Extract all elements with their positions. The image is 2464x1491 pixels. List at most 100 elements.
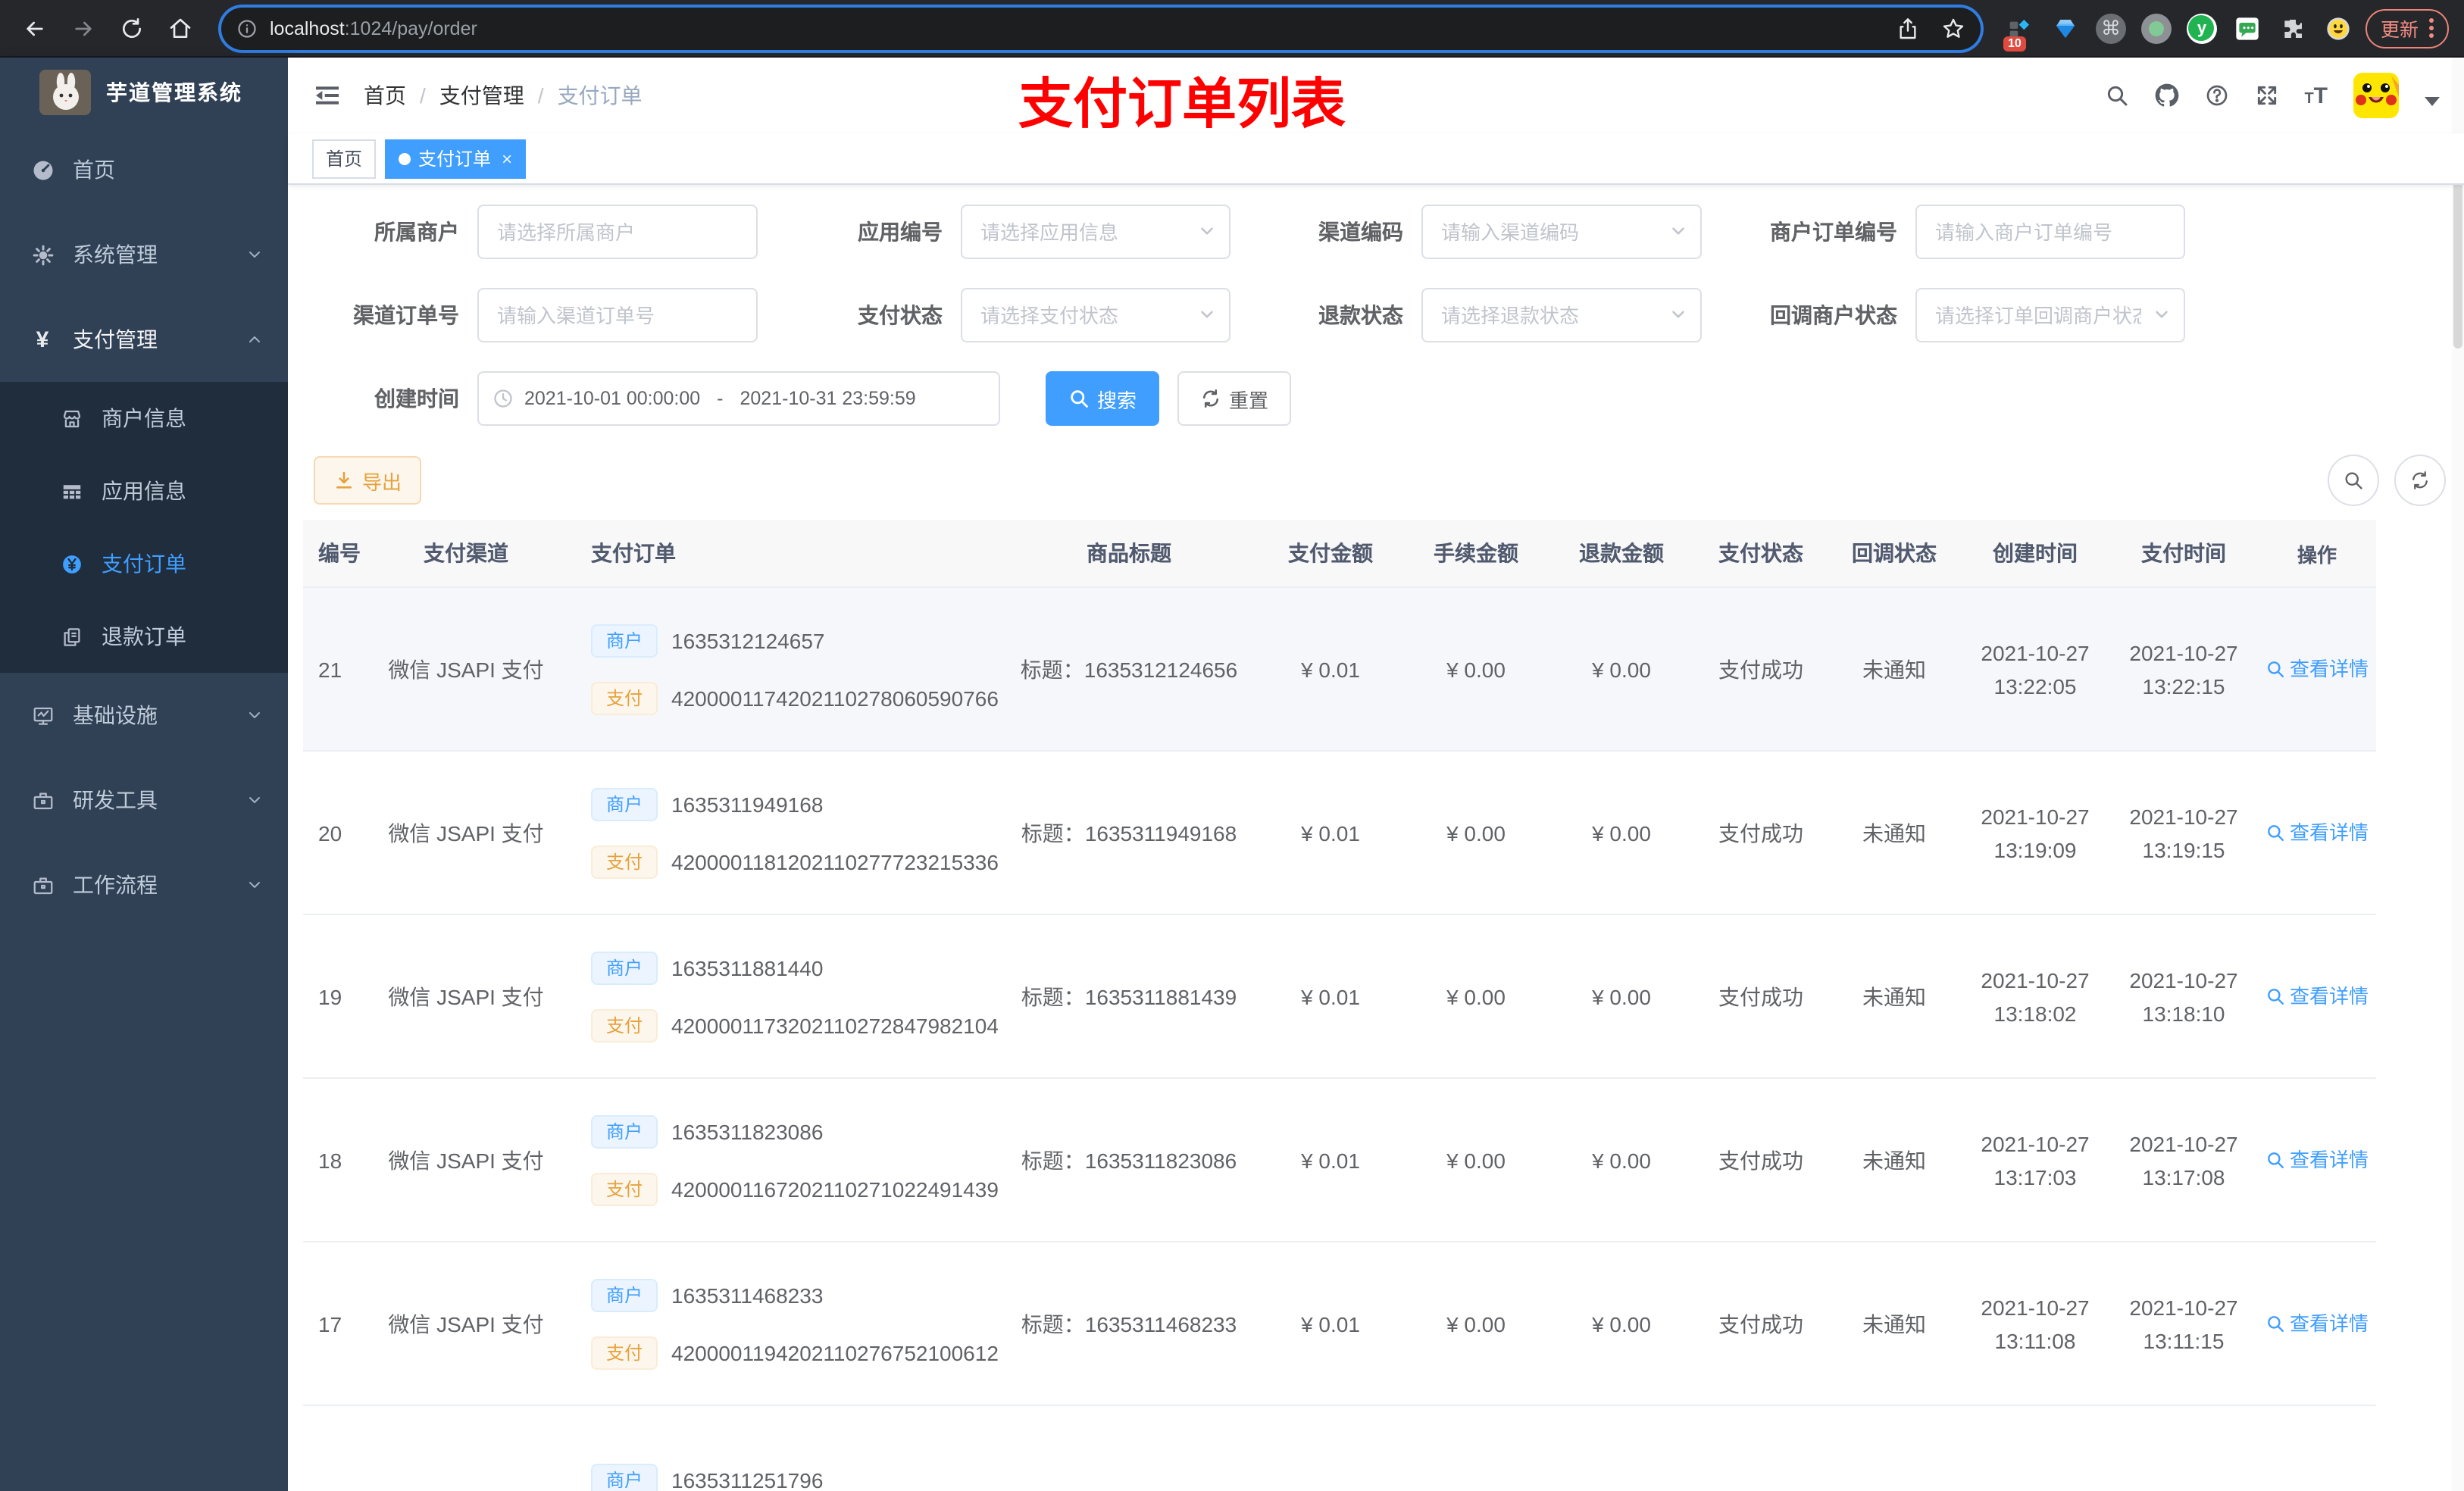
cell-refund: ¥ 0.00 xyxy=(1592,821,1651,845)
header-search-icon[interactable] xyxy=(2104,83,2128,108)
sidebar-item-workflow[interactable]: 工作流程 xyxy=(0,842,288,927)
sidebar-item-app-info[interactable]: 应用信息 xyxy=(0,455,288,527)
view-detail-link[interactable]: 查看详情 xyxy=(2258,1079,2376,1241)
document-copy-icon xyxy=(61,625,83,648)
reset-button[interactable]: 重置 xyxy=(1177,371,1292,426)
col-action: 操作 xyxy=(2297,543,2337,566)
cell-refund: ¥ 0.00 xyxy=(1592,657,1651,681)
breadcrumb-home[interactable]: 首页 xyxy=(364,80,406,111)
merchant-input[interactable] xyxy=(477,205,758,259)
sidebar-item-label: 商户信息 xyxy=(102,406,186,430)
avatar[interactable] xyxy=(2353,73,2399,118)
sidebar-item-system[interactable]: 系统管理 xyxy=(0,212,288,297)
channel-order-no-input[interactable] xyxy=(477,288,758,342)
caret-down-icon[interactable] xyxy=(2425,97,2440,106)
cell-amount: ¥ 0.01 xyxy=(1301,1311,1360,1336)
sidebar-item-pay-order[interactable]: 支付订单 xyxy=(0,527,288,600)
view-detail-link[interactable]: 查看详情 xyxy=(2258,915,2376,1077)
refresh-table-button[interactable] xyxy=(2394,455,2446,506)
cell-channel: 微信 JSAPI 支付 xyxy=(388,657,544,681)
address-bar[interactable]: localhost:1024/pay/order xyxy=(221,7,1981,49)
pay-status-select[interactable] xyxy=(961,288,1230,342)
browser-update-button[interactable]: 更新 xyxy=(2365,8,2449,48)
search-button[interactable]: 搜索 xyxy=(1046,371,1160,426)
breadcrumb-pay-mgmt[interactable]: 支付管理 xyxy=(439,80,524,111)
refund-status-select[interactable] xyxy=(1421,288,1702,342)
date-start-value: 2021-10-01 00:00:00 xyxy=(524,388,701,409)
sidebar-item-infrastructure[interactable]: 基础设施 xyxy=(0,673,288,758)
cell-channel: 微信 JSAPI 支付 xyxy=(388,1311,544,1336)
back-icon[interactable] xyxy=(15,8,55,48)
chevron-down-icon xyxy=(2156,311,2168,318)
toggle-search-button[interactable] xyxy=(2328,455,2379,506)
cell-title: 标题： 1635311468233 xyxy=(1021,1311,1237,1336)
cell-fee: ¥ 0.00 xyxy=(1446,984,1506,1008)
hamburger-icon[interactable] xyxy=(312,80,342,111)
view-detail-link[interactable]: 查看详情 xyxy=(2258,1242,2376,1405)
filter-label-merchant: 所属商户 xyxy=(374,220,459,244)
merchant-no: 1635312124657 xyxy=(671,628,825,652)
font-size-icon[interactable]: TT xyxy=(2304,84,2328,107)
sidebar-item-payment[interactable]: ¥ 支付管理 xyxy=(0,297,288,382)
cell-id: 18 xyxy=(318,1148,342,1172)
cell-refund: ¥ 0.00 xyxy=(1592,984,1651,1008)
cell-fee: ¥ 0.00 xyxy=(1446,821,1506,845)
extension-y-icon[interactable]: y xyxy=(2184,10,2220,46)
page-content: 所属商户 应用编号 渠道编码 xyxy=(288,185,2464,1491)
cell-fee: ¥ 0.00 xyxy=(1446,657,1506,681)
search-icon xyxy=(2268,661,2284,677)
reload-icon[interactable] xyxy=(112,8,152,48)
col-amount: 支付金额 xyxy=(1288,541,1373,565)
cell-created: 2021-10-27 13:11:08 xyxy=(1981,1295,2090,1352)
bookmark-star-icon[interactable] xyxy=(1941,16,1965,40)
chevron-down-icon xyxy=(1201,311,1213,318)
extension-command-icon[interactable]: ⌘ xyxy=(2093,10,2129,46)
tab-home[interactable]: 首页 xyxy=(312,139,377,178)
table-row: 21 微信 JSAPI 支付 商户 1635312124657 支付 4200001… xyxy=(303,588,2376,752)
tab-pay-order[interactable]: 支付订单 × xyxy=(385,139,527,178)
extension-tasks-icon[interactable]: 10 xyxy=(2002,10,2038,51)
filter-label-create-time: 创建时间 xyxy=(374,386,459,411)
cell-notify: 未通知 xyxy=(1862,821,1926,845)
sidebar-item-label: 应用信息 xyxy=(102,479,186,503)
merchant-order-no-input[interactable] xyxy=(1915,205,2185,259)
sidebar-item-refund-order[interactable]: 退款订单 xyxy=(0,600,288,673)
site-info-icon[interactable] xyxy=(236,17,258,39)
date-separator: - xyxy=(717,388,724,409)
view-detail-link[interactable]: 查看详情 xyxy=(2258,752,2376,914)
share-icon[interactable] xyxy=(1896,16,1920,40)
tab-label: 支付订单 xyxy=(418,148,492,170)
forward-icon[interactable] xyxy=(64,8,103,48)
extension-gem-icon[interactable] xyxy=(2047,10,2084,46)
date-range-picker[interactable]: 2021-10-01 00:00:00 - 2021-10-31 23:59:5… xyxy=(477,371,1000,426)
top-navbar: 首页 / 支付管理 / 支付订单 支付订单列表 T T xyxy=(288,58,2464,135)
sidebar-item-home[interactable]: 首页 xyxy=(0,127,288,212)
export-button[interactable]: 导出 xyxy=(314,456,422,505)
tab-close-icon[interactable]: × xyxy=(502,148,512,169)
channel-code-select[interactable] xyxy=(1421,205,1702,259)
help-icon[interactable] xyxy=(2204,83,2228,108)
app-select[interactable] xyxy=(961,205,1230,259)
sidebar-item-dev-tools[interactable]: 研发工具 xyxy=(0,758,288,842)
extension-recorder-icon[interactable] xyxy=(2138,10,2175,46)
view-detail-link[interactable]: 查看详情 xyxy=(2258,588,2376,750)
chevron-down-icon xyxy=(1672,311,1684,318)
home-icon[interactable] xyxy=(161,8,200,48)
refresh-icon xyxy=(2412,471,2428,489)
cell-fee: ¥ 0.00 xyxy=(1446,1148,1506,1172)
cell-refund: ¥ 0.00 xyxy=(1592,1311,1651,1336)
chevron-down-icon xyxy=(1672,227,1684,235)
page-scrollbar[interactable] xyxy=(2452,58,2464,1491)
sidebar-item-label: 支付管理 xyxy=(73,327,158,352)
sidebar-item-merchant-info[interactable]: 商户信息 xyxy=(0,382,288,455)
sidebar-logo[interactable]: 芋道管理系统 xyxy=(0,58,288,127)
pay-no: 4200001174202110278060590766 xyxy=(671,686,999,710)
gear-icon xyxy=(30,242,55,267)
extension-emoji-icon[interactable] xyxy=(2320,10,2356,46)
extensions-puzzle-icon[interactable] xyxy=(2275,10,2311,46)
fullscreen-icon[interactable] xyxy=(2254,83,2278,108)
kebab-menu-icon[interactable] xyxy=(2429,18,2434,38)
notify-status-select[interactable] xyxy=(1915,288,2185,342)
extension-chat-icon[interactable] xyxy=(2229,10,2265,46)
github-icon[interactable] xyxy=(2154,83,2178,108)
